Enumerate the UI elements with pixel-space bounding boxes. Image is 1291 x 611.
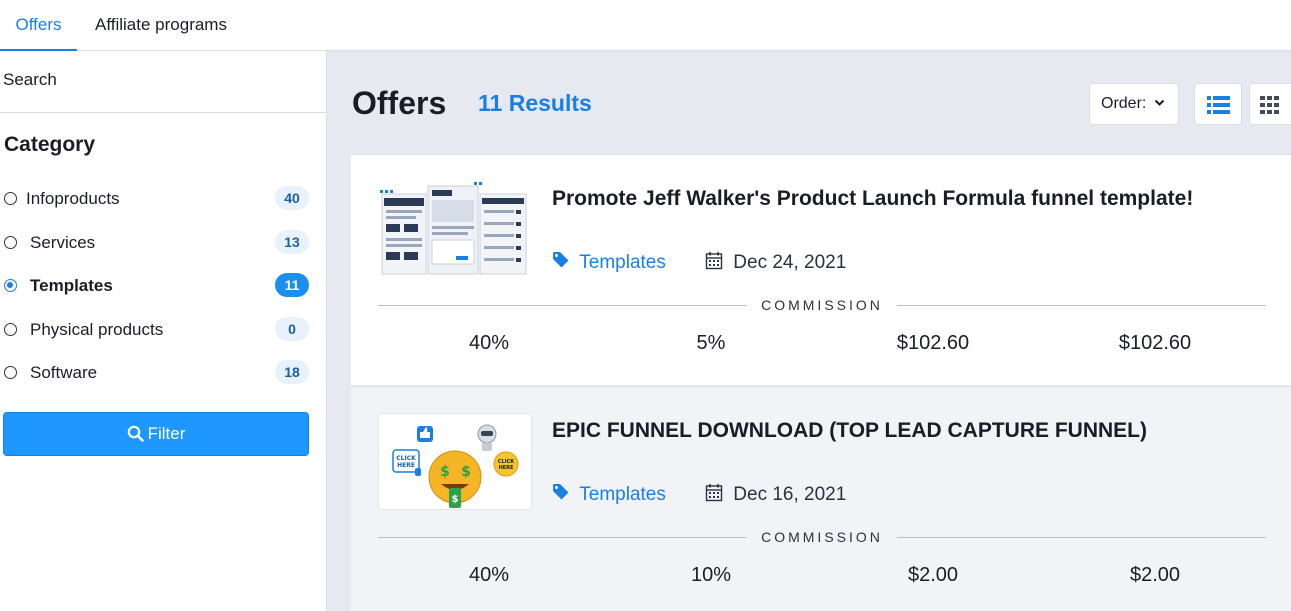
offer-date: Dec 16, 2021 [705, 483, 846, 506]
offer-meta: Templates Dec 24, 2021 [552, 251, 846, 274]
svg-text:$: $ [440, 464, 450, 480]
commission-value: 40% [468, 332, 510, 354]
money-face-funnel-image: CLICK HERE $ $ $ CLICK HERE [379, 414, 531, 509]
radio-button[interactable] [4, 366, 17, 379]
sidebar: Search Category Infoproducts 40 Services… [0, 51, 327, 611]
category-label: Templates [30, 276, 113, 295]
offer-date: Dec 24, 2021 [705, 251, 846, 274]
results-count: 11 Results [478, 90, 592, 116]
tab-offers[interactable]: Offers [0, 0, 77, 51]
calendar-icon [705, 252, 723, 270]
offer-card[interactable]: Promote Jeff Walker's Product Launch For… [351, 154, 1291, 385]
radio-button[interactable] [4, 192, 17, 205]
offer-title[interactable]: Promote Jeff Walker's Product Launch For… [552, 187, 1193, 211]
filter-button-label: Filter [147, 424, 186, 443]
radio-button-selected[interactable] [4, 279, 17, 292]
grid-view-icon [1260, 96, 1279, 114]
commission-label: COMMISSION [747, 297, 897, 313]
category-count-badge: 0 [275, 317, 309, 341]
offer-category-label: Templates [579, 484, 666, 505]
list-view-icon [1207, 96, 1230, 114]
offer-category-link[interactable]: Templates [552, 484, 666, 505]
chevron-down-icon [1154, 99, 1165, 106]
category-item-physical-products[interactable]: Physical products 0 [4, 317, 309, 343]
category-item-software[interactable]: Software 18 [4, 360, 309, 386]
offer-date-label: Dec 24, 2021 [733, 252, 847, 273]
offer-date-label: Dec 16, 2021 [733, 484, 847, 505]
category-count-badge: 18 [275, 360, 309, 384]
category-count-badge: 13 [275, 230, 309, 254]
commission-value: $2.00 [1129, 564, 1181, 586]
commission-value: $102.60 [896, 332, 970, 354]
grid-view-button[interactable] [1249, 83, 1291, 125]
radio-button[interactable] [4, 236, 17, 249]
search-input[interactable]: Search [0, 51, 326, 113]
filter-button[interactable]: Filter [3, 412, 309, 456]
category-heading: Category [4, 133, 96, 156]
offer-thumbnail[interactable] [378, 180, 532, 277]
commission-label: COMMISSION [747, 529, 897, 545]
offer-thumbnail[interactable]: CLICK HERE $ $ $ CLICK HERE [378, 413, 532, 510]
svg-text:HERE: HERE [397, 462, 415, 469]
top-tab-bar: Offers Affiliate programs [0, 0, 1291, 51]
offers-panel: Offers 11 Results Order: Promote Jeff Wa… [327, 51, 1291, 611]
tab-affiliate-programs[interactable]: Affiliate programs [95, 0, 227, 51]
funnel-template-preview-image [378, 180, 532, 277]
svg-text:HERE: HERE [499, 465, 514, 471]
radio-button[interactable] [4, 323, 17, 336]
svg-text:$: $ [461, 464, 471, 480]
offer-card[interactable]: CLICK HERE $ $ $ CLICK HERE EPIC FUNNEL … [351, 386, 1291, 611]
list-view-button[interactable] [1194, 83, 1242, 125]
category-item-templates[interactable]: Templates 11 [4, 273, 309, 299]
commission-value: 5% [696, 332, 726, 354]
commission-value: $2.00 [907, 564, 959, 586]
commission-value: 40% [468, 564, 510, 586]
category-item-infoproducts[interactable]: Infoproducts 40 [4, 186, 309, 212]
category-count-badge: 40 [275, 186, 309, 210]
calendar-icon [705, 484, 723, 502]
category-label: Software [30, 363, 98, 382]
tag-icon [553, 484, 569, 500]
category-label: Physical products [30, 320, 164, 339]
category-label: Services [30, 233, 96, 252]
category-item-services[interactable]: Services 13 [4, 230, 309, 256]
offer-category-label: Templates [579, 252, 666, 273]
offer-meta: Templates Dec 16, 2021 [552, 483, 846, 506]
order-dropdown[interactable]: Order: [1089, 83, 1179, 125]
svg-text:CLICK: CLICK [396, 455, 416, 462]
commission-value: $102.60 [1118, 332, 1192, 354]
category-label: Infoproducts [26, 189, 120, 208]
search-icon [127, 425, 144, 442]
page-title: Offers [352, 85, 447, 121]
tag-icon [553, 252, 569, 268]
order-label: Order: [1101, 95, 1147, 112]
offer-title[interactable]: EPIC FUNNEL DOWNLOAD (TOP LEAD CAPTURE F… [552, 419, 1147, 443]
svg-text:$: $ [452, 494, 459, 505]
commission-value: 10% [690, 564, 732, 586]
offer-category-link[interactable]: Templates [552, 252, 666, 273]
category-count-badge: 11 [275, 273, 309, 297]
